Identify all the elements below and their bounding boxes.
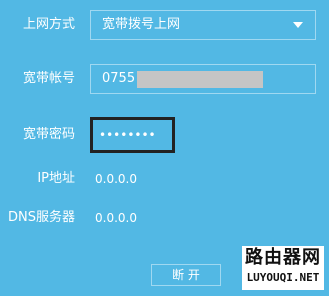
ip-value: 0.0.0.0 bbox=[95, 172, 137, 186]
redaction-bar bbox=[137, 71, 263, 88]
watermark-title: 路由器网 bbox=[245, 247, 321, 268]
disconnect-button[interactable]: 断 开 bbox=[151, 264, 221, 286]
account-input[interactable]: 0755 bbox=[90, 64, 316, 94]
password-label: 宽带密码 bbox=[22, 127, 75, 142]
dns-value: 0.0.0.0 bbox=[95, 211, 137, 225]
connection-type-label: 上网方式 bbox=[22, 17, 75, 32]
connection-type-select[interactable]: 宽带拨号上网 bbox=[90, 10, 316, 40]
connection-type-value: 宽带拨号上网 bbox=[102, 17, 181, 32]
dns-label: DNS服务器 bbox=[8, 210, 75, 225]
watermark-logo: 路由器网 LUYOUQI.NET bbox=[242, 246, 324, 290]
account-value: 0755 bbox=[102, 71, 136, 86]
watermark-url: LUYOUQI.NET bbox=[246, 271, 320, 284]
ip-label: IP地址 bbox=[37, 171, 75, 186]
password-input[interactable]: •••••••• bbox=[90, 117, 175, 153]
account-label: 宽带帐号 bbox=[22, 71, 75, 86]
password-value: •••••••• bbox=[99, 128, 156, 142]
chevron-down-icon bbox=[293, 22, 303, 28]
